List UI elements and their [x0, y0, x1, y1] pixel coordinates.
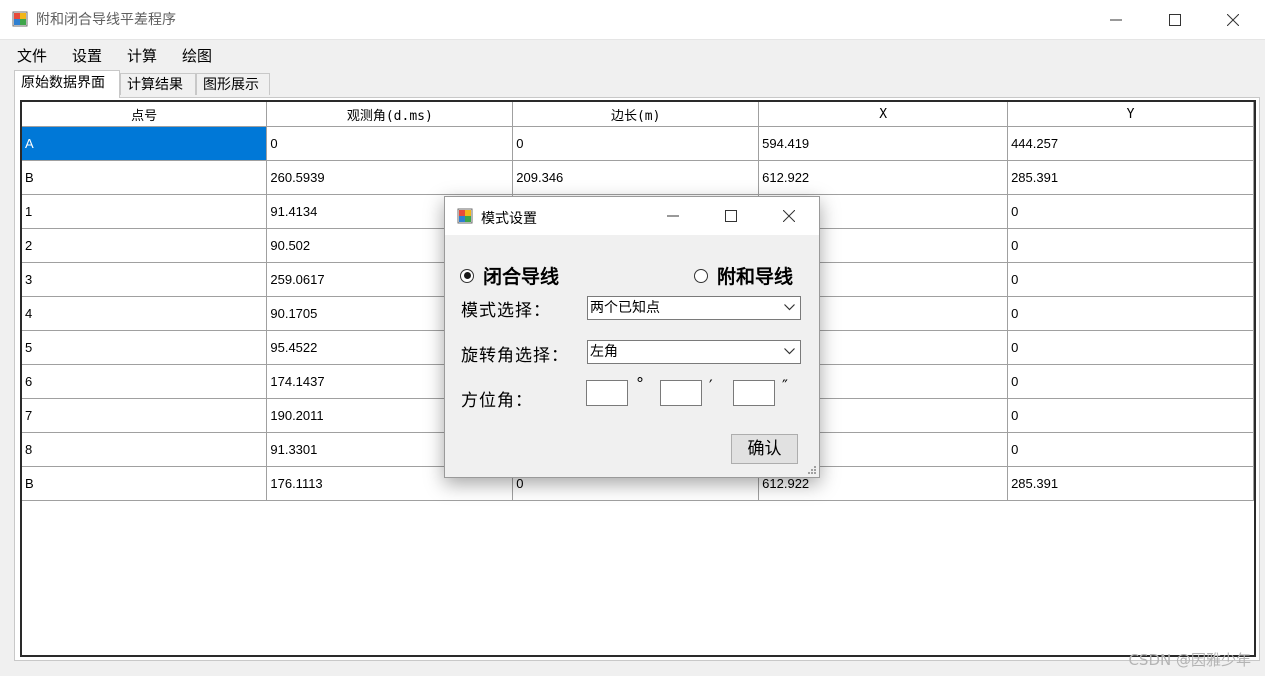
watermark: CSDN @因雅少年 [1128, 651, 1251, 669]
minimize-icon [667, 215, 679, 217]
dialog-minimize-button[interactable] [650, 197, 696, 235]
column-header-angle[interactable]: 观测角(d.ms) [266, 102, 514, 127]
table-cell[interactable]: B [22, 160, 268, 195]
confirm-button[interactable]: 确认 [731, 434, 798, 464]
radio-closed-label: 闭合导线 [483, 266, 560, 288]
azimuth-label: 方位角： [461, 391, 533, 411]
tab-raw-data[interactable]: 原始数据界面 [14, 70, 120, 98]
menu-draw[interactable]: 绘图 [182, 45, 212, 66]
dialog-close-button[interactable] [766, 197, 812, 235]
chevron-down-icon [784, 304, 795, 311]
table-cell[interactable]: 6 [22, 364, 268, 399]
mode-select[interactable]: 两个已知点 [587, 296, 801, 320]
table-cell[interactable]: 1 [22, 194, 268, 229]
column-header-point[interactable]: 点号 [22, 102, 268, 127]
minute-symbol: ′ [709, 376, 713, 395]
table-cell[interactable]: 444.257 [1007, 126, 1254, 161]
close-icon [783, 210, 795, 222]
table-cell[interactable]: 0 [1007, 364, 1254, 399]
rotation-select-value: 左角 [590, 344, 618, 360]
radio-attached-traverse[interactable]: 附和导线 [694, 262, 793, 289]
menu-file[interactable]: 文件 [17, 45, 47, 66]
window-title: 附和闭合导线平差程序 [36, 12, 176, 28]
dialog-maximize-button[interactable] [708, 197, 754, 235]
column-header-y[interactable]: Y [1007, 102, 1254, 127]
degree-symbol: ° [636, 374, 644, 393]
table-cell[interactable]: 209.346 [512, 160, 760, 195]
rotation-select[interactable]: 左角 [587, 340, 801, 364]
azimuth-seconds-input[interactable] [733, 380, 775, 406]
table-cell[interactable]: 0 [1007, 330, 1254, 365]
rotation-label: 旋转角选择： [461, 346, 569, 366]
tab-graphics[interactable]: 图形展示 [196, 73, 270, 95]
maximize-icon [725, 210, 737, 222]
menu-bar: 文件 设置 计算 绘图 [0, 40, 1265, 68]
resize-grip-icon[interactable] [806, 464, 817, 475]
table-cell[interactable]: 0 [1007, 194, 1254, 229]
maximize-icon [1169, 13, 1181, 26]
menu-compute[interactable]: 计算 [127, 45, 157, 66]
radio-checked-icon [460, 268, 474, 283]
azimuth-minutes-input[interactable] [660, 380, 702, 406]
header-row: 点号 观测角(d.ms) 边长(m) X Y [22, 102, 1254, 127]
dialog-title-bar: 模式设置 [445, 197, 819, 235]
radio-unchecked-icon [694, 268, 708, 283]
close-icon [1227, 13, 1239, 26]
table-cell[interactable]: 594.419 [758, 126, 1009, 161]
app-icon [12, 11, 28, 27]
table-cell[interactable]: 0 [1007, 296, 1254, 331]
maximize-button[interactable] [1152, 0, 1198, 39]
column-header-distance[interactable]: 边长(m) [512, 102, 760, 127]
table-cell[interactable]: 285.391 [1007, 160, 1254, 195]
table-cell[interactable]: 8 [22, 432, 268, 467]
table-cell[interactable]: B [22, 466, 268, 501]
table-cell[interactable]: 285.391 [1007, 466, 1254, 501]
chevron-down-icon [784, 348, 795, 355]
close-button[interactable] [1210, 0, 1256, 39]
table-cell[interactable]: 5 [22, 330, 268, 365]
table-cell[interactable]: A [22, 126, 268, 161]
second-symbol: ″ [782, 376, 788, 395]
dialog-title: 模式设置 [481, 211, 537, 227]
table-cell[interactable]: 0 [512, 126, 760, 161]
dialog-app-icon [457, 208, 473, 224]
column-header-x[interactable]: X [758, 102, 1009, 127]
minimize-button[interactable] [1093, 0, 1139, 39]
table-row: B 260.5939 209.346 612.922 285.391 [22, 160, 1254, 195]
radio-closed-traverse[interactable]: 闭合导线 [460, 262, 559, 289]
table-cell[interactable]: 612.922 [758, 160, 1009, 195]
azimuth-degrees-input[interactable] [586, 380, 628, 406]
title-bar: 附和闭合导线平差程序 [0, 0, 1265, 40]
mode-select-value: 两个已知点 [590, 300, 660, 316]
table-cell[interactable]: 0 [266, 126, 514, 161]
table-cell[interactable]: 4 [22, 296, 268, 331]
table-cell[interactable]: 2 [22, 228, 268, 263]
table-cell[interactable]: 7 [22, 398, 268, 433]
table-row: A 0 0 594.419 444.257 [22, 126, 1254, 161]
table-cell[interactable]: 3 [22, 262, 268, 297]
radio-attached-label: 附和导线 [717, 266, 794, 288]
table-cell[interactable]: 0 [1007, 432, 1254, 467]
tab-results[interactable]: 计算结果 [120, 73, 196, 95]
table-cell[interactable]: 0 [1007, 262, 1254, 297]
minimize-icon [1110, 19, 1122, 20]
table-cell[interactable]: 0 [1007, 228, 1254, 263]
table-cell[interactable]: 0 [1007, 398, 1254, 433]
table-cell[interactable]: 260.5939 [266, 160, 514, 195]
mode-label: 模式选择： [461, 301, 551, 321]
menu-settings[interactable]: 设置 [72, 45, 102, 66]
